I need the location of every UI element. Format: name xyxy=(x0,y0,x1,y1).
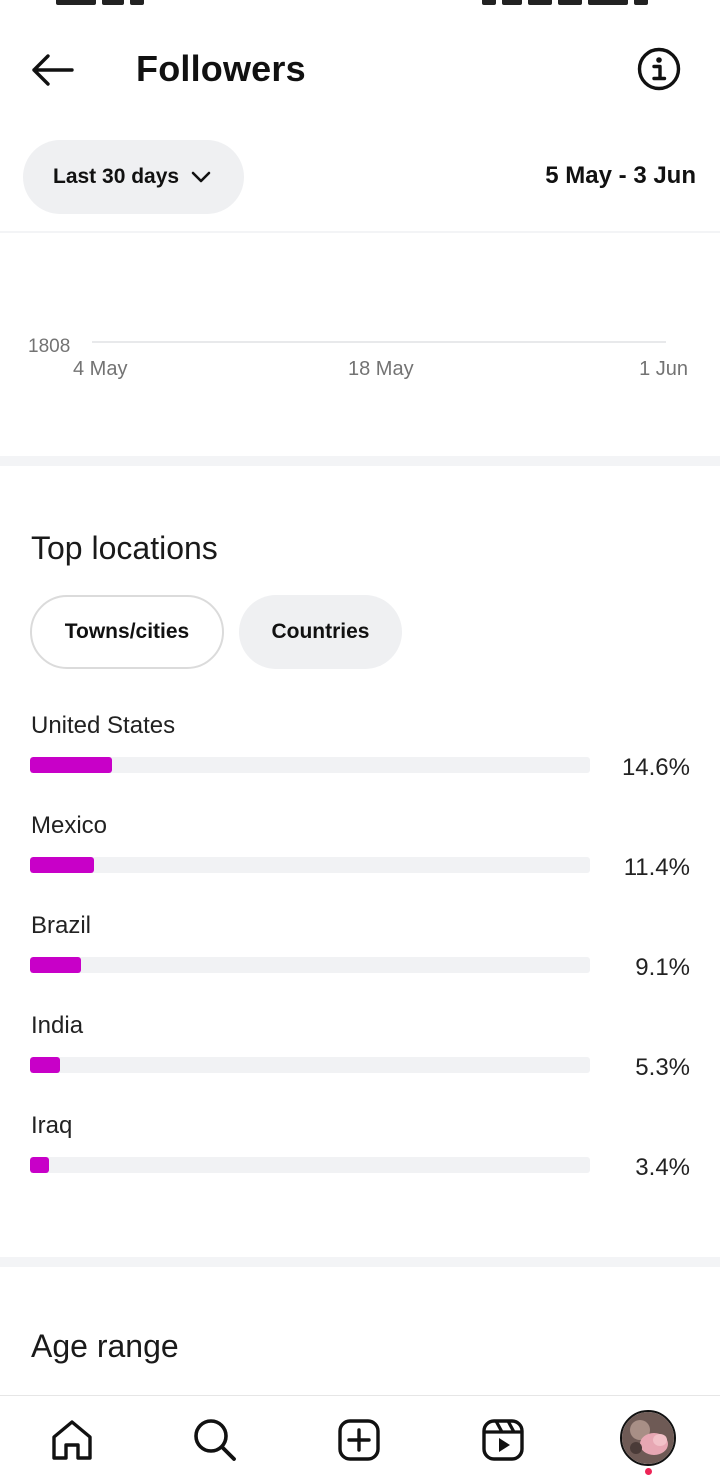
location-row: Iraq 3.4% xyxy=(0,1112,720,1212)
info-button[interactable] xyxy=(634,44,684,94)
date-range-dropdown-label: Last 30 days xyxy=(53,165,180,188)
location-row: Mexico 11.4% xyxy=(0,812,720,912)
location-bar-track xyxy=(30,857,590,873)
location-bar-fill xyxy=(30,757,112,773)
nav-create-button[interactable] xyxy=(331,1412,387,1468)
location-percent: 5.3% xyxy=(635,1054,690,1081)
status-bar-left-icons xyxy=(56,0,166,6)
location-name: Brazil xyxy=(31,912,92,939)
app-header: Followers xyxy=(0,20,720,120)
location-row: Brazil 9.1% xyxy=(0,912,720,1012)
home-icon xyxy=(52,1420,92,1460)
date-filter-row: Last 30 days 5 May - 3 Jun xyxy=(0,140,720,232)
page-title: Followers xyxy=(136,48,306,89)
chevron-down-icon xyxy=(191,170,211,184)
create-plus-icon xyxy=(338,1419,380,1461)
reels-icon xyxy=(482,1419,524,1461)
info-circle-icon xyxy=(637,47,681,91)
location-bar-track xyxy=(30,1157,590,1173)
y-tick-label: 1808 xyxy=(28,336,70,357)
nav-search-button[interactable] xyxy=(187,1412,243,1468)
location-name: Iraq xyxy=(31,1112,73,1139)
tab-countries-label: Countries xyxy=(271,620,370,643)
date-range-text: 5 May - 3 Jun xyxy=(545,162,696,189)
location-bar-track xyxy=(30,957,590,973)
location-bar-fill xyxy=(30,857,94,873)
location-row: India 5.3% xyxy=(0,1012,720,1112)
location-name: India xyxy=(31,1012,84,1039)
top-locations-title: Top locations xyxy=(31,530,218,566)
nav-home-button[interactable] xyxy=(44,1412,100,1468)
location-name: United States xyxy=(31,712,176,739)
location-percent: 14.6% xyxy=(621,754,690,781)
arrow-left-icon xyxy=(32,54,74,86)
status-bar-right-icons xyxy=(476,0,666,6)
date-range-dropdown[interactable]: Last 30 days xyxy=(23,140,244,214)
followers-chart: 1808 4 May 18 May 1 Jun xyxy=(0,233,720,456)
bottom-navigation xyxy=(0,1395,720,1480)
location-bar-fill xyxy=(30,957,81,973)
age-range-title: Age range xyxy=(31,1328,179,1364)
notification-dot xyxy=(645,1468,652,1475)
x-tick-label: 4 May xyxy=(73,358,127,380)
location-bar-fill xyxy=(30,1057,60,1073)
search-icon xyxy=(194,1419,236,1461)
back-button[interactable] xyxy=(24,44,80,96)
location-bar-track xyxy=(30,1057,590,1073)
tab-towns-cities[interactable]: Towns/cities xyxy=(30,595,224,669)
location-bar-track xyxy=(30,757,590,773)
profile-avatar-image xyxy=(622,1412,674,1464)
location-name: Mexico xyxy=(31,812,108,839)
location-percent: 3.4% xyxy=(635,1154,690,1181)
x-tick-label: 18 May xyxy=(348,358,414,380)
nav-reels-button[interactable] xyxy=(475,1412,531,1468)
tab-countries[interactable]: Countries xyxy=(239,595,402,669)
nav-profile-avatar[interactable] xyxy=(620,1410,676,1466)
followers-chart-svg: 1808 4 May 18 May 1 Jun xyxy=(28,336,688,380)
section-divider xyxy=(0,1257,720,1267)
location-row: United States 14.6% xyxy=(0,712,720,812)
location-bar-fill xyxy=(30,1157,49,1173)
location-percent: 9.1% xyxy=(635,954,690,981)
section-divider xyxy=(0,456,720,466)
status-bar xyxy=(0,0,720,10)
location-percent: 11.4% xyxy=(623,854,690,881)
tab-towns-cities-label: Towns/cities xyxy=(64,620,190,643)
x-tick-label: 1 Jun xyxy=(639,358,688,380)
